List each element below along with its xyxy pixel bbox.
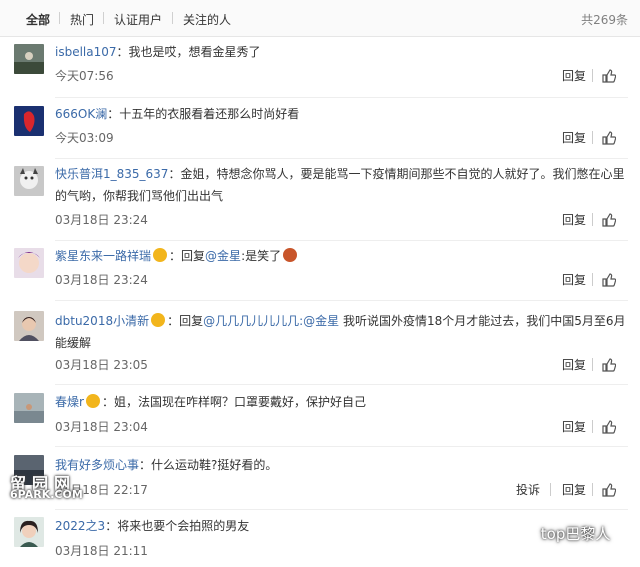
comment-separator: ： <box>101 395 114 409</box>
comment-separator: ： <box>107 107 120 121</box>
action-divider <box>592 131 593 144</box>
comment-username[interactable]: 666OK澜 <box>55 107 107 121</box>
comment-time: 今天03:09 <box>55 131 114 145</box>
comment-separator: ： <box>167 314 180 328</box>
comment-filter-bar: 全部 热门 认证用户 关注的人 共269条 <box>0 0 640 37</box>
comment-text: 将来也要个会拍照的男友 <box>117 519 250 533</box>
comment-separator: ： <box>168 167 181 181</box>
comment-content: 我有好多烦心事：什么运动鞋?挺好看的。 <box>55 454 630 476</box>
reply-button[interactable]: 回复 <box>562 356 586 373</box>
action-divider <box>592 213 593 226</box>
wechat-account-name: top巴黎人 <box>540 525 611 543</box>
laugh-emoji-icon <box>283 248 298 262</box>
comment-text: 回复 <box>181 249 206 263</box>
comment-content: 快乐普洱1_835_637：金姐，特想念你骂人，要是能骂一下疫情期间那些不自觉的… <box>55 163 630 207</box>
thumbs-up-icon[interactable] <box>602 68 617 83</box>
comment-username[interactable]: 春燥r <box>55 395 84 409</box>
thumbs-up-icon[interactable] <box>602 357 617 372</box>
report-button[interactable]: 投诉 <box>516 481 540 498</box>
comment-divider <box>55 509 628 510</box>
comment-text: 姐，法国现在咋样啊？口罩要戴好，保护好自己 <box>113 395 366 409</box>
action-divider <box>592 420 593 433</box>
action-divider <box>550 483 551 496</box>
comment-time: 03月18日 23:05 <box>55 358 148 372</box>
thumbs-up-icon[interactable] <box>602 482 617 497</box>
wechat-account-watermark: top巴黎人 <box>512 523 610 544</box>
comment-divider <box>55 158 628 159</box>
tab-all[interactable]: 全部 <box>26 11 50 28</box>
comment-username[interactable]: dbtu2018小清新 <box>55 314 149 328</box>
comment-time: 今天07:56 <box>55 69 114 83</box>
reply-button[interactable]: 回复 <box>562 211 586 228</box>
tab-following[interactable]: 关注的人 <box>183 11 231 28</box>
reply-button[interactable]: 回复 <box>562 129 586 146</box>
comment-divider <box>55 97 628 98</box>
avatar[interactable] <box>14 517 44 547</box>
site-watermark-domain: 6PARK.COM <box>10 488 83 501</box>
comment-text: 什么运动鞋?挺好看的。 <box>151 458 278 472</box>
action-divider <box>592 358 593 371</box>
vip-emoji-icon <box>153 248 168 262</box>
comment-divider <box>55 446 628 447</box>
comment-time: 03月18日 23:24 <box>55 273 148 287</box>
wechat-icon <box>512 523 536 542</box>
comment-username[interactable]: 2022之3 <box>55 519 105 533</box>
comment-content: isbella107：我也是哎，想看金星秀了 <box>55 41 630 63</box>
thumbs-up-icon[interactable] <box>602 419 617 434</box>
comment-text: :是笑了 <box>241 249 282 263</box>
action-divider <box>592 69 593 82</box>
tab-divider <box>103 12 104 24</box>
vip-emoji-icon <box>85 394 100 408</box>
comment-time: 03月18日 23:24 <box>55 213 148 227</box>
avatar[interactable] <box>14 248 44 278</box>
avatar[interactable] <box>14 311 44 341</box>
comment-separator: ： <box>116 45 129 59</box>
comment-count: 共269条 <box>581 13 628 27</box>
reply-button[interactable]: 回复 <box>562 67 586 84</box>
comment-content: 666OK澜：十五年的衣服看着还那么时尚好看 <box>55 103 630 125</box>
comment-divider <box>55 300 628 301</box>
mention-link[interactable]: @几几几儿儿儿几:@金星 <box>203 314 339 328</box>
comment-content: dbtu2018小清新 ：回复@几几几儿儿儿几:@金星 我听说国外疫情18个月才能… <box>55 310 630 354</box>
comment-separator: ： <box>105 519 118 533</box>
reply-button[interactable]: 回复 <box>562 271 586 288</box>
comment-text: 回复 <box>179 314 204 328</box>
reply-button[interactable]: 回复 <box>562 481 586 498</box>
comment-divider <box>55 240 628 241</box>
avatar[interactable] <box>14 44 44 74</box>
tab-hot[interactable]: 热门 <box>70 11 94 28</box>
tab-divider <box>172 12 173 24</box>
comment-time: 03月18日 21:11 <box>55 544 148 558</box>
mention-link[interactable]: @金星 <box>205 249 241 263</box>
comment-text: 我也是哎，想看金星秀了 <box>128 45 261 59</box>
comment-time: 03月18日 23:04 <box>55 420 148 434</box>
action-divider <box>592 483 593 496</box>
tab-divider <box>59 12 60 24</box>
thumbs-up-icon[interactable] <box>602 272 617 287</box>
avatar[interactable] <box>14 393 44 423</box>
tab-verified[interactable]: 认证用户 <box>114 11 162 28</box>
comment-username[interactable]: isbella107 <box>55 45 117 59</box>
comment-text: 十五年的衣服看着还那么时尚好看 <box>119 107 300 121</box>
avatar[interactable] <box>14 166 44 196</box>
comment-username[interactable]: 快乐普洱1_835_637 <box>55 167 168 181</box>
comment-content: 春燥r ：姐，法国现在咋样啊？口罩要戴好，保护好自己 <box>55 391 630 413</box>
reply-button[interactable]: 回复 <box>562 418 586 435</box>
vip-emoji-icon <box>151 313 166 327</box>
comment-separator: ： <box>169 249 182 263</box>
action-divider <box>592 273 593 286</box>
comment-username[interactable]: 紫星东来一路祥瑞 <box>55 249 151 263</box>
comment-divider <box>55 384 628 385</box>
thumbs-up-icon[interactable] <box>602 212 617 227</box>
thumbs-up-icon[interactable] <box>602 130 617 145</box>
avatar[interactable] <box>14 106 44 136</box>
comment-separator: ： <box>139 458 152 472</box>
comment-content: 紫星东来一路祥瑞 ：回复@金星:是笑了 <box>55 245 630 267</box>
